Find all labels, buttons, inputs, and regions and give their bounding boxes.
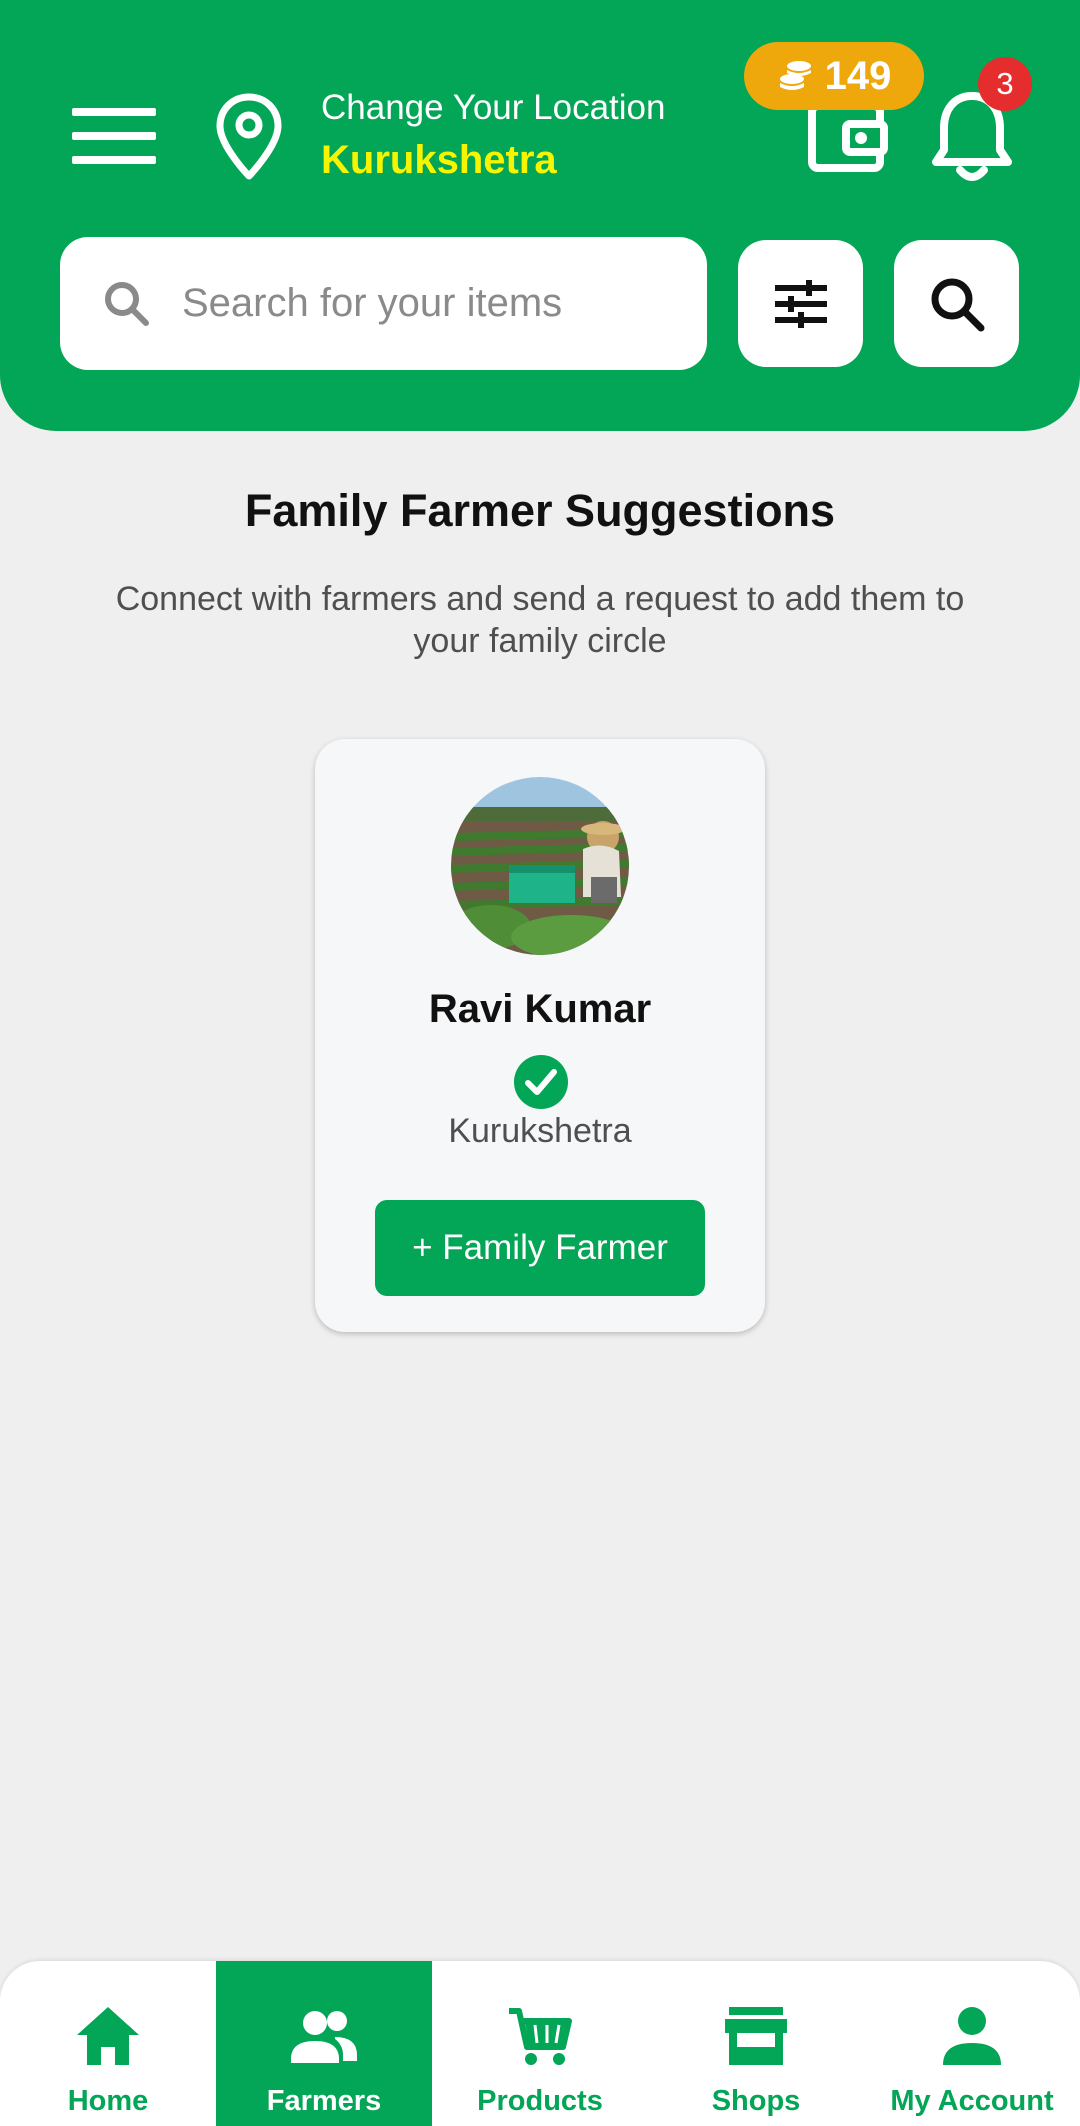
nav-item-products[interactable]: Products [432,1961,648,2126]
nav-label-my-account: My Account [890,2085,1054,2117]
bottom-navigation: Home Farmers Products Shops My Account [0,1961,1080,2126]
farmer-name: Ravi Kumar [428,987,652,1031]
filter-button[interactable] [738,240,863,367]
search-input[interactable] [182,281,662,326]
notification-count-badge: 3 [978,57,1032,111]
farmer-card[interactable]: Ravi Kumar Kurukshetra + Family Farmer [315,739,765,1332]
nav-label-home: Home [67,2085,149,2117]
coins-count: 149 [824,53,892,98]
nav-label-shops: Shops [711,2085,801,2117]
people-icon [291,2011,357,2063]
farmer-avatar [451,777,629,955]
nav-item-home[interactable]: Home [0,1961,216,2126]
cart-icon [509,2008,572,2065]
sliders-icon [774,279,827,328]
search-icon [931,278,984,331]
nav-item-shops[interactable]: Shops [648,1961,864,2126]
coins-badge[interactable]: 149 [744,42,924,110]
search-icon [105,281,149,326]
nav-item-my-account[interactable]: My Account [864,1961,1080,2126]
nav-label-farmers: Farmers [266,2085,382,2117]
farmer-location: Kurukshetra [448,1112,632,1150]
nav-label-products: Products [477,2085,603,2117]
shop-icon [725,2007,787,2065]
person-icon [943,2007,1001,2065]
hamburger-menu-icon[interactable] [72,108,156,164]
add-family-farmer-button[interactable]: + Family Farmer [375,1200,705,1296]
search-button[interactable] [894,240,1019,367]
map-pin-icon[interactable] [214,92,284,182]
change-location-label[interactable]: Change Your Location [321,88,665,128]
home-icon [77,2007,139,2065]
location-city[interactable]: Kurukshetra [321,138,557,183]
top-header: Change Your Location Kurukshetra 149 3 [0,0,1080,431]
nav-item-farmers[interactable]: Farmers [216,1961,432,2126]
verified-check-icon [514,1055,568,1109]
page-subtitle: Connect with farmers and send a request … [115,580,965,660]
page-title: Family Farmer Suggestions [244,485,836,536]
search-bar[interactable] [60,237,707,370]
coins-icon [779,61,811,90]
